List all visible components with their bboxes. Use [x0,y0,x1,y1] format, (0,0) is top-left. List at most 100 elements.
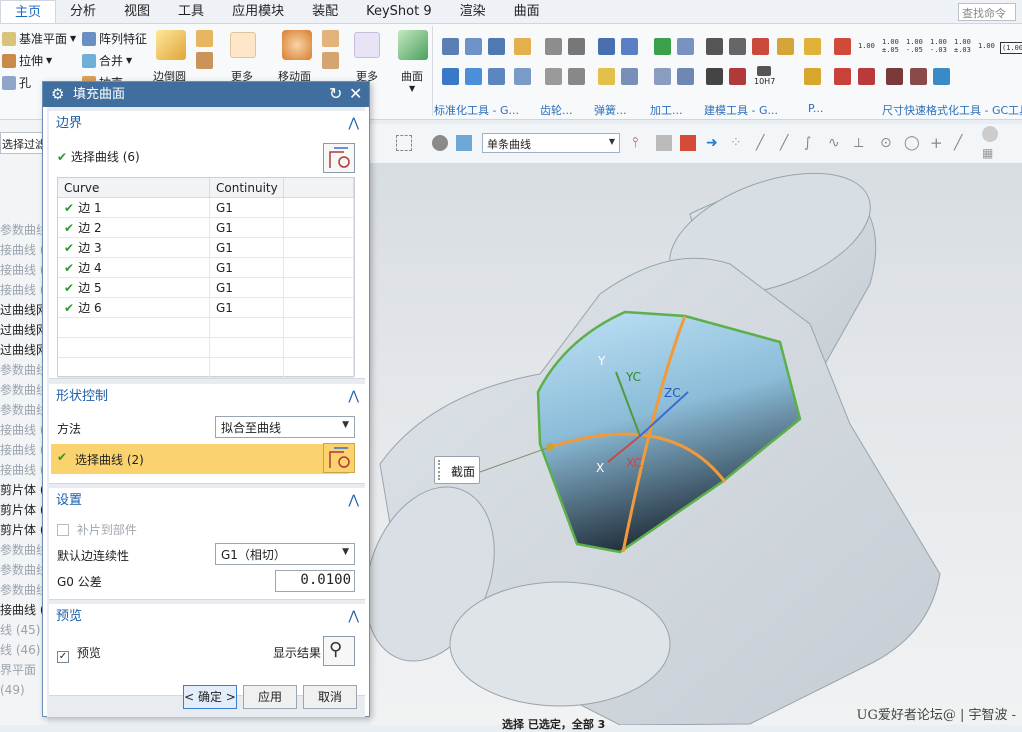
spring-tool-icon[interactable] [621,38,638,55]
circle-center-icon[interactable]: ⊙ [880,135,896,151]
dimension-format-button[interactable]: 1.00 [858,42,875,50]
navigator-item[interactable]: 参数曲线 [0,360,48,380]
snap-icon[interactable] [656,135,672,151]
line-icon[interactable]: ╱ [756,135,772,151]
chevron-up-icon[interactable]: ⋀ [348,488,359,514]
modeling-tool-icon[interactable] [777,38,794,55]
more-button-1[interactable]: 更多 [226,28,260,88]
continuity-cell[interactable]: G1 [210,238,284,258]
close-icon[interactable]: ✕ [349,85,362,103]
diameter-icon[interactable] [910,68,927,85]
method-select[interactable]: 拟合至曲线 [215,416,355,438]
select-curve-button[interactable] [323,443,355,473]
patch-to-part-checkbox[interactable]: 补片到部件 [57,521,137,538]
draft-icon[interactable] [196,52,213,69]
dialog-title-bar[interactable]: ⚙ 填充曲面 ↻ ✕ [43,82,369,107]
table-row[interactable]: ✔ 边 6 G1 [58,298,354,318]
cube-icon[interactable] [456,135,472,151]
dimension-format-button[interactable]: 1.00 -.05 [906,38,923,54]
cancel-button[interactable]: 取消 [303,685,357,709]
ok-button[interactable]: < 确定 > [183,685,237,709]
navigator-item[interactable]: 线 (45) [0,620,48,640]
column-header-curve[interactable]: Curve [58,178,210,198]
shape-control-header[interactable]: 形状控制 ⋀ [49,384,365,410]
standard-tool-icon[interactable] [488,68,505,85]
column-header-continuity[interactable]: Continuity [210,178,284,198]
continuity-cell[interactable]: G1 [210,298,284,318]
gear-tool-icon[interactable] [545,68,562,85]
navigator-item[interactable]: 界平面 [0,660,48,680]
model-canvas[interactable] [370,164,1022,725]
navigator-item[interactable]: 接曲线 ( [0,420,48,440]
navigator-item[interactable]: 参数曲线 [0,540,48,560]
menu-tab[interactable]: 视图 [110,0,164,23]
curve-icon[interactable]: ∫ [804,135,820,151]
default-continuity-select[interactable]: G1（相切） [215,543,355,565]
gear-tool-icon[interactable] [568,38,585,55]
chevron-up-icon[interactable]: ⋀ [348,111,359,137]
replace-face-icon[interactable] [322,52,339,69]
standard-tool-icon[interactable] [442,68,459,85]
machining-tool-icon[interactable] [677,68,694,85]
menu-tab[interactable]: 主页 [0,0,57,23]
perpendicular-icon[interactable]: ⟂ [854,135,870,151]
chevron-up-icon[interactable]: ⋀ [348,604,359,630]
table-row[interactable]: ✔ 边 5 G1 [58,278,354,298]
dimension-format-button[interactable]: (1.00) [1000,42,1022,54]
fit-tolerance-button[interactable]: 10H7 [754,66,776,88]
navigator-item[interactable]: 剪片体 ( [0,500,48,520]
table-row[interactable]: ✔ 边 1 G1 [58,198,354,218]
modeling-tool-icon[interactable] [729,38,746,55]
extrude-button[interactable]: 拉伸 ▼ [2,52,52,69]
curve-rule-select[interactable]: 单条曲线 [482,133,620,153]
navigator-item[interactable]: 过曲线网 [0,340,48,360]
select-box-icon[interactable] [396,135,412,151]
hole-button[interactable]: 孔 [2,74,31,91]
spring-tool-icon[interactable] [598,68,615,85]
snap-icon[interactable] [680,135,696,151]
pattern-feature-button[interactable]: 阵列特征 [82,30,147,47]
more-button-2[interactable]: 更多 [350,28,384,88]
navigator-item[interactable]: 参数曲线 [0,380,48,400]
navigator-item[interactable]: 参数曲线 [0,220,48,240]
table-row[interactable]: ✔ 边 4 G1 [58,258,354,278]
grid-icon[interactable]: ⁘ [730,135,746,151]
gear-tool-icon[interactable] [545,38,562,55]
navigator-item[interactable]: 剪片体 ( [0,520,48,540]
graphics-viewport[interactable]: Y YC ZC X XC 截面 UG爱好者论坛@ | 宇智波 - [370,164,1022,725]
menu-tab[interactable]: 分析 [56,0,110,23]
edge-blend-button[interactable]: 边倒圆 [152,28,192,88]
clock-icon[interactable] [982,126,998,142]
navigator-item[interactable]: 接曲线 ( [0,280,48,300]
apply-button[interactable]: 应用 [243,685,297,709]
view-icon[interactable] [432,135,448,151]
continuity-cell[interactable]: G1 [210,218,284,238]
table-row[interactable]: ✔ 边 2 G1 [58,218,354,238]
standard-tool-icon[interactable] [465,68,482,85]
navigator-item[interactable]: 接曲线 ( [0,240,48,260]
standard-tool-icon[interactable] [514,38,531,55]
spring-tool-icon[interactable] [598,38,615,55]
intersection-icon[interactable]: ⫯ [632,135,648,151]
gear-tool-icon[interactable] [568,68,585,85]
continuity-cell[interactable]: G1 [210,258,284,278]
modeling-tool-icon[interactable] [729,68,746,85]
preview-header[interactable]: 预览 ⋀ [49,604,365,630]
dimension-format-button[interactable]: 1.00 [978,42,995,50]
navigator-item[interactable]: 接曲线 ( [0,460,48,480]
show-result-button[interactable]: ⚲ [323,636,355,666]
navigator-item[interactable]: 接曲线 ( [0,260,48,280]
menu-tab[interactable]: KeyShot 9 [352,0,446,23]
machining-tool-icon[interactable] [654,68,671,85]
boundary-section-header[interactable]: 边界 ⋀ [49,111,365,137]
navigator-item[interactable]: (49) [0,680,48,700]
table-row[interactable]: ✔ 边 3 G1 [58,238,354,258]
g0-tolerance-input[interactable]: 0.0100 [275,570,355,592]
circle-icon[interactable]: ◯ [904,135,920,151]
select-curve-button[interactable] [323,143,355,173]
unite-button[interactable]: 合并 ▼ [82,52,132,69]
spline-icon[interactable]: ∿ [828,135,844,151]
navigator-item[interactable]: 接曲线 ( [0,600,48,620]
menu-tab[interactable]: 渲染 [446,0,500,23]
machining-tool-icon[interactable] [677,38,694,55]
